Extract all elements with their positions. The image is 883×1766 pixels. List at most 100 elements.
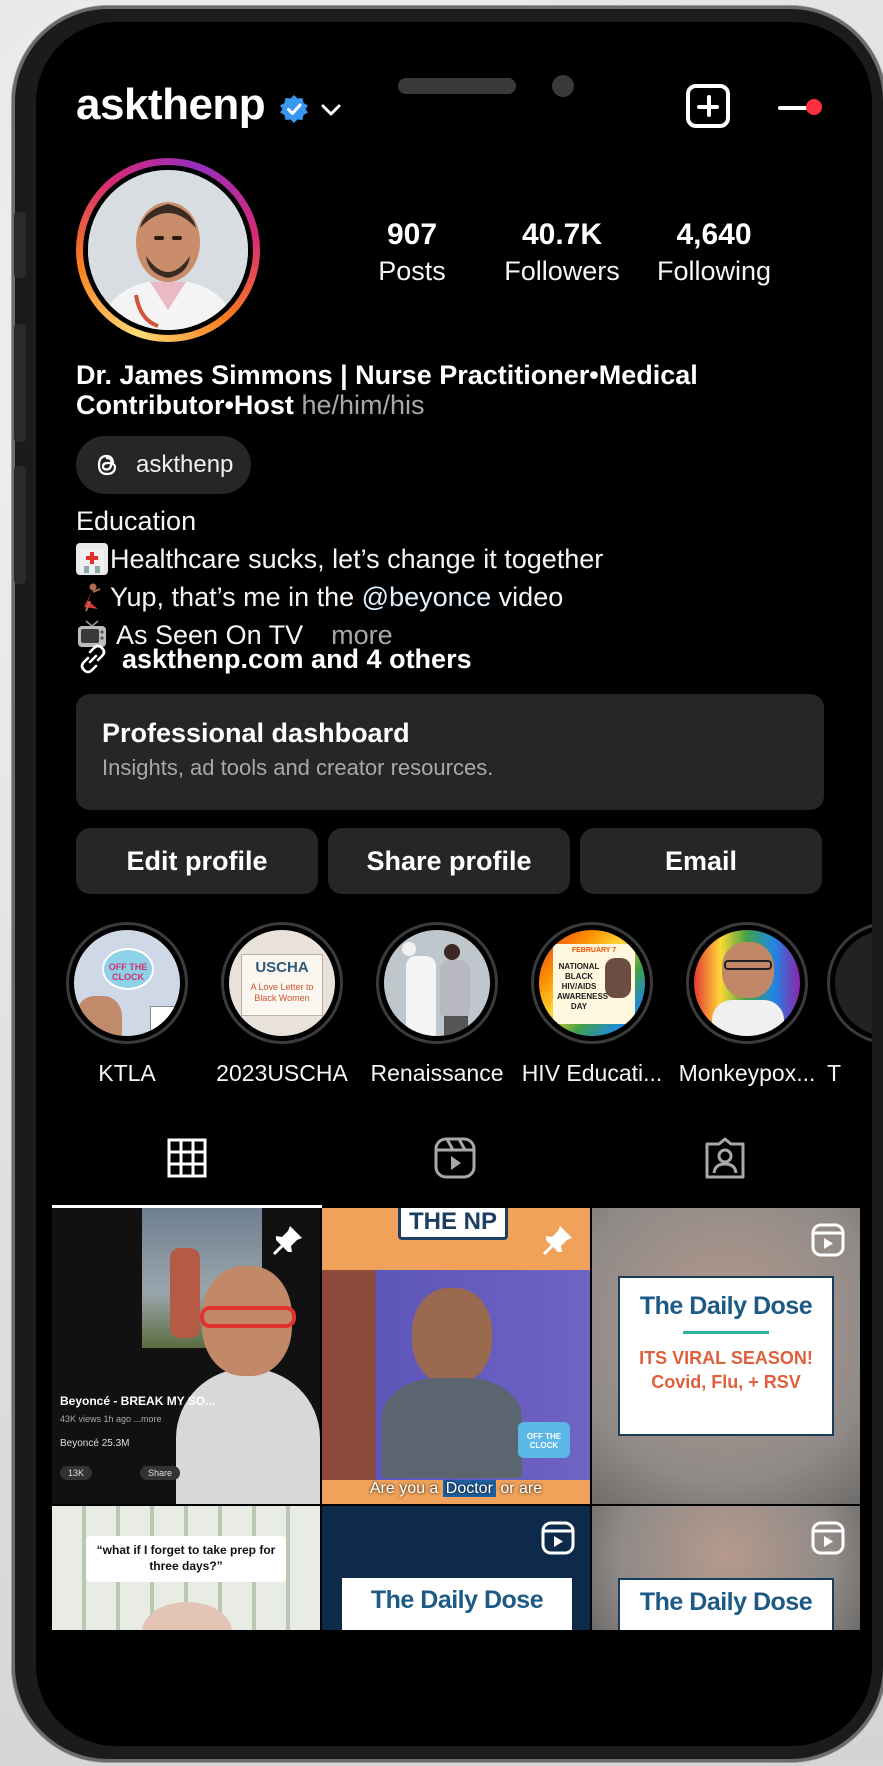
mention-link[interactable]: @beyonce — [362, 578, 492, 616]
bio-line-beyonce: Yup, that’s me in the @beyonce video — [76, 578, 603, 616]
profile-tabs — [52, 1108, 858, 1208]
threads-handle: askthenp — [136, 451, 234, 478]
stat-label: Posts — [378, 256, 446, 286]
highlight-monkeypox[interactable]: Monkeypox... — [672, 922, 822, 1087]
post-caption: Beyoncé - BREAK MY SO... — [60, 1394, 216, 1408]
notification-dot — [806, 99, 822, 115]
hospital-emoji-icon — [76, 543, 108, 575]
profile-avatar[interactable] — [76, 158, 260, 342]
grid-icon — [167, 1138, 207, 1178]
grid-post-4[interactable]: “what if I forget to take prep for three… — [52, 1506, 320, 1630]
threads-badge-button[interactable]: askthenp — [76, 436, 252, 494]
bio-line-healthcare: Healthcare sucks, let’s change it togeth… — [76, 540, 603, 578]
highlight-partial[interactable]: T — [827, 922, 872, 1087]
post-channel: Beyoncé 25.3M — [60, 1438, 130, 1449]
phone-side-button — [14, 212, 26, 278]
highlight-renaissance[interactable]: Renaissance — [362, 922, 512, 1087]
tab-tagged[interactable] — [590, 1108, 860, 1208]
dashboard-title: Professional dashboard — [102, 718, 410, 748]
dancer-emoji-icon — [76, 581, 108, 613]
tab-grid[interactable] — [52, 1108, 322, 1208]
threads-icon — [97, 454, 117, 476]
share-profile-button[interactable]: Share profile — [328, 828, 570, 894]
phone-frame: askthenp 907 Posts 40.7K Followers 4,640… — [12, 6, 883, 1762]
daily-dose-card: The Daily Dose ITS VIRAL SEASON! Covid, … — [618, 1276, 834, 1436]
stat-value: 907 — [386, 218, 438, 251]
reel-badge-icon — [541, 1521, 575, 1555]
highlight-label: HIV Educati... — [521, 1060, 663, 1086]
reel-badge-icon — [811, 1223, 845, 1257]
email-button[interactable]: Email — [580, 828, 822, 894]
grid-post-3[interactable]: The Daily Dose ITS VIRAL SEASON! Covid, … — [592, 1208, 860, 1504]
post-meta: 43K views 1h ago ...more — [60, 1414, 162, 1424]
link-text: askthenp.com and 4 others — [122, 643, 472, 674]
pin-icon — [272, 1226, 302, 1256]
menu-button[interactable] — [778, 88, 822, 128]
post-likes: 13K — [60, 1466, 93, 1480]
post-share: Share — [140, 1466, 181, 1480]
highlight-hiv-education[interactable]: FEBRUARY 7 NATIONAL BLACK HIV/AIDS AWARE… — [517, 922, 667, 1087]
grid-post-6[interactable]: The Daily Dose — [592, 1506, 860, 1630]
highlight-cover — [384, 930, 490, 1036]
phone-side-button — [14, 324, 26, 442]
profile-username[interactable]: askthenp — [76, 80, 266, 130]
grid-post-5[interactable]: The Daily Dose — [322, 1506, 590, 1630]
stat-posts[interactable]: 907 Posts — [342, 218, 482, 287]
highlight-ktla[interactable]: OFF THE CLOCK KTLA — [52, 922, 202, 1087]
daily-dose-subtitle: ITS VIRAL SEASON! Covid, Flu, + RSV — [639, 1348, 813, 1392]
professional-dashboard-card[interactable]: Professional dashboard Insights, ad tool… — [76, 694, 824, 810]
chevron-down-icon[interactable] — [320, 102, 342, 118]
stat-value: 40.7K — [521, 218, 603, 251]
verified-badge-icon — [280, 95, 308, 123]
highlight-label: Monkeypox... — [678, 1060, 816, 1086]
subtitle-text: Are you a — [369, 1480, 443, 1497]
bio-line-text: Yup, that’s me in the — [110, 582, 362, 612]
pin-icon — [542, 1226, 572, 1256]
bio-text: Education Healthcare sucks, let’s change… — [76, 502, 603, 654]
stat-label: Following — [656, 256, 772, 286]
tagged-person-icon — [705, 1137, 745, 1179]
daily-dose-title: The Daily Dose — [639, 1588, 813, 1616]
external-links[interactable]: askthenp.com and 4 others — [76, 642, 472, 676]
uscha-title: USCHA — [255, 959, 309, 976]
highlight-cover — [835, 930, 872, 1036]
subtitle-text: or are — [495, 1480, 543, 1497]
stat-following[interactable]: 4,640 Following — [644, 218, 784, 287]
create-post-button[interactable] — [686, 84, 730, 128]
stat-followers[interactable]: 40.7K Followers — [492, 218, 632, 287]
post-clock-badge: OFF THE CLOCK — [518, 1422, 570, 1458]
pronouns: he/him/his — [301, 390, 425, 420]
grid-post-2[interactable]: THE NP OFF THE CLOCK Are you a Doctor or… — [322, 1208, 590, 1504]
bio-line-text: video — [491, 582, 564, 612]
phone-side-button — [14, 466, 26, 584]
uscha-subtitle: A Love Letter to Black Women — [250, 982, 314, 1003]
grid-post-1[interactable]: Beyoncé - BREAK MY SO... 43K views 1h ag… — [52, 1208, 320, 1504]
profile-display-name: Dr. James Simmons | Nurse Practitioner•M… — [76, 360, 776, 420]
post-quote: “what if I forget to take prep for three… — [86, 1536, 286, 1582]
highlight-cover: FEBRUARY 7 NATIONAL BLACK HIV/AIDS AWARE… — [539, 930, 645, 1036]
ktla-clock-art: OFF THE CLOCK — [102, 948, 154, 990]
highlight-cover — [694, 930, 800, 1036]
reel-badge-icon — [811, 1521, 845, 1555]
highlight-cover: USCHA A Love Letter to Black Women — [229, 930, 335, 1036]
edit-profile-button[interactable]: Edit profile — [76, 828, 318, 894]
hiv-title: NATIONAL BLACK HIV/AIDS AWARENESS DAY — [557, 962, 609, 1011]
screen: askthenp 907 Posts 40.7K Followers 4,640… — [36, 22, 872, 1746]
daily-dose-title: The Daily Dose — [370, 1586, 544, 1614]
link-icon — [80, 644, 106, 674]
highlight-2023uscha[interactable]: USCHA A Love Letter to Black Women 2023U… — [207, 922, 357, 1087]
tab-reels[interactable] — [320, 1108, 590, 1208]
bio-category: Education — [76, 506, 197, 536]
reels-icon — [434, 1137, 476, 1179]
highlight-label: T — [827, 1060, 842, 1086]
avatar — [88, 170, 248, 330]
post-subtitle: Are you a Doctor or are — [322, 1480, 590, 1504]
post-banner: THE NP — [398, 1208, 508, 1240]
hiv-date: FEBRUARY 7 — [571, 947, 617, 954]
hamburger-menu-icon — [778, 106, 808, 110]
stat-label: Followers — [504, 256, 620, 286]
highlight-label: KTLA — [98, 1060, 156, 1086]
highlight-cover: OFF THE CLOCK — [74, 930, 180, 1036]
subtitle-highlight: Doctor — [442, 1480, 496, 1497]
speaker-notch — [398, 78, 516, 94]
